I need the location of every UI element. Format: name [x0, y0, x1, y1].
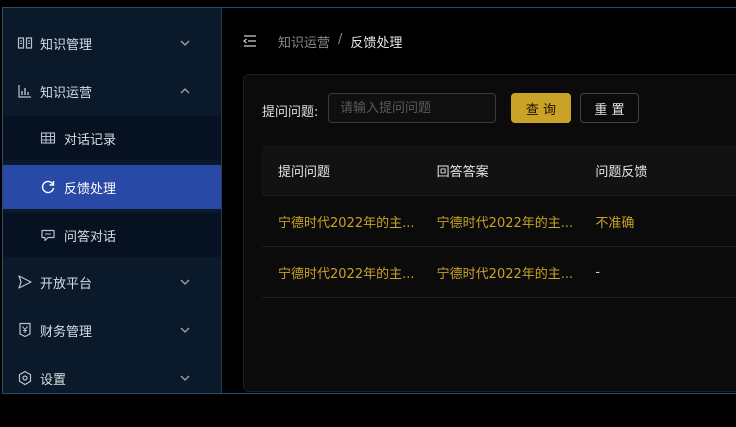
- cell-question[interactable]: 宁德时代2022年的主...: [262, 212, 421, 231]
- gear-icon: [18, 370, 32, 386]
- sidebar-item-open-platform[interactable]: 开放平台: [3, 260, 221, 304]
- chevron-down-icon: [180, 327, 190, 333]
- column-header-answer[interactable]: 回答答案: [421, 161, 580, 180]
- table-row[interactable]: 宁德时代2022年的主... 宁德时代2022年的主... -: [262, 247, 736, 298]
- breadcrumb: 知识运营 / 反馈处理: [278, 32, 402, 51]
- chevron-down-icon: [180, 40, 190, 46]
- book-icon: [17, 37, 33, 49]
- table-header: 提问问题 回答答案 问题反馈: [262, 145, 736, 196]
- breadcrumb-parent[interactable]: 知识运营: [278, 32, 330, 51]
- sidebar-item-finance[interactable]: 财务管理: [3, 308, 221, 352]
- table-icon: [40, 132, 56, 144]
- chevron-down-icon: [180, 375, 190, 381]
- send-icon: [18, 275, 32, 289]
- column-header-question[interactable]: 提问问题: [262, 161, 421, 180]
- column-header-feedback[interactable]: 问题反馈: [579, 161, 736, 180]
- reset-button[interactable]: 重 置: [580, 93, 639, 123]
- feedback-table: 提问问题 回答答案 问题反馈 宁德时代2022年的主... 宁德时代2022年的…: [262, 145, 736, 298]
- finance-icon: [19, 322, 31, 338]
- bar-chart-icon: [18, 85, 31, 98]
- sidebar-item-label: 开放平台: [40, 276, 93, 292]
- sidebar-item-knowledge-operations[interactable]: 知识运营: [3, 69, 221, 113]
- sidebar: 知识管理 知识运营 对话记录 反馈处理 问答对话 开放平台 财务管理 设置: [3, 8, 222, 393]
- refresh-icon: [41, 180, 55, 194]
- breadcrumb-current: 反馈处理: [350, 36, 403, 51]
- sidebar-item-conversation-records[interactable]: 对话记录: [3, 116, 221, 160]
- table-row[interactable]: 宁德时代2022年的主... 宁德时代2022年的主... 不准确: [262, 196, 736, 247]
- query-button[interactable]: 查 询: [511, 93, 571, 123]
- chat-icon: [41, 229, 55, 242]
- sidebar-item-label: 对话记录: [64, 132, 117, 148]
- chevron-up-icon: [180, 88, 190, 94]
- sidebar-item-qa-dialog[interactable]: 问答对话: [3, 213, 221, 257]
- cell-answer[interactable]: 宁德时代2022年的主...: [421, 263, 580, 282]
- menu-fold-icon[interactable]: [242, 33, 258, 49]
- sidebar-item-label: 设置: [40, 372, 67, 388]
- sidebar-item-label: 反馈处理: [64, 181, 117, 197]
- sidebar-item-label: 财务管理: [40, 324, 93, 340]
- chevron-down-icon: [180, 279, 190, 285]
- sidebar-item-knowledge-management[interactable]: 知识管理: [3, 21, 221, 65]
- question-search-input[interactable]: [328, 93, 496, 123]
- question-filter-label: 提问问题:: [262, 105, 319, 120]
- cell-feedback: 不准确: [595, 215, 635, 231]
- sidebar-item-label: 知识运营: [40, 85, 93, 101]
- breadcrumb-separator: /: [338, 32, 343, 47]
- sidebar-item-settings[interactable]: 设置: [3, 356, 221, 393]
- sidebar-item-feedback-handling[interactable]: 反馈处理: [3, 165, 221, 209]
- cell-answer[interactable]: 宁德时代2022年的主...: [421, 212, 580, 231]
- cell-question[interactable]: 宁德时代2022年的主...: [262, 263, 421, 282]
- feedback-card: 提问问题: 查 询 重 置 提问问题 回答答案 问题反馈 宁德时代2022年的主…: [243, 74, 736, 392]
- page-header: 知识运营 / 反馈处理: [223, 8, 736, 74]
- sidebar-item-label: 问答对话: [64, 229, 117, 245]
- cell-feedback: -: [595, 264, 601, 280]
- app-frame: 知识管理 知识运营 对话记录 反馈处理 问答对话 开放平台 财务管理 设置 知识…: [2, 7, 736, 394]
- sidebar-item-label: 知识管理: [40, 37, 93, 53]
